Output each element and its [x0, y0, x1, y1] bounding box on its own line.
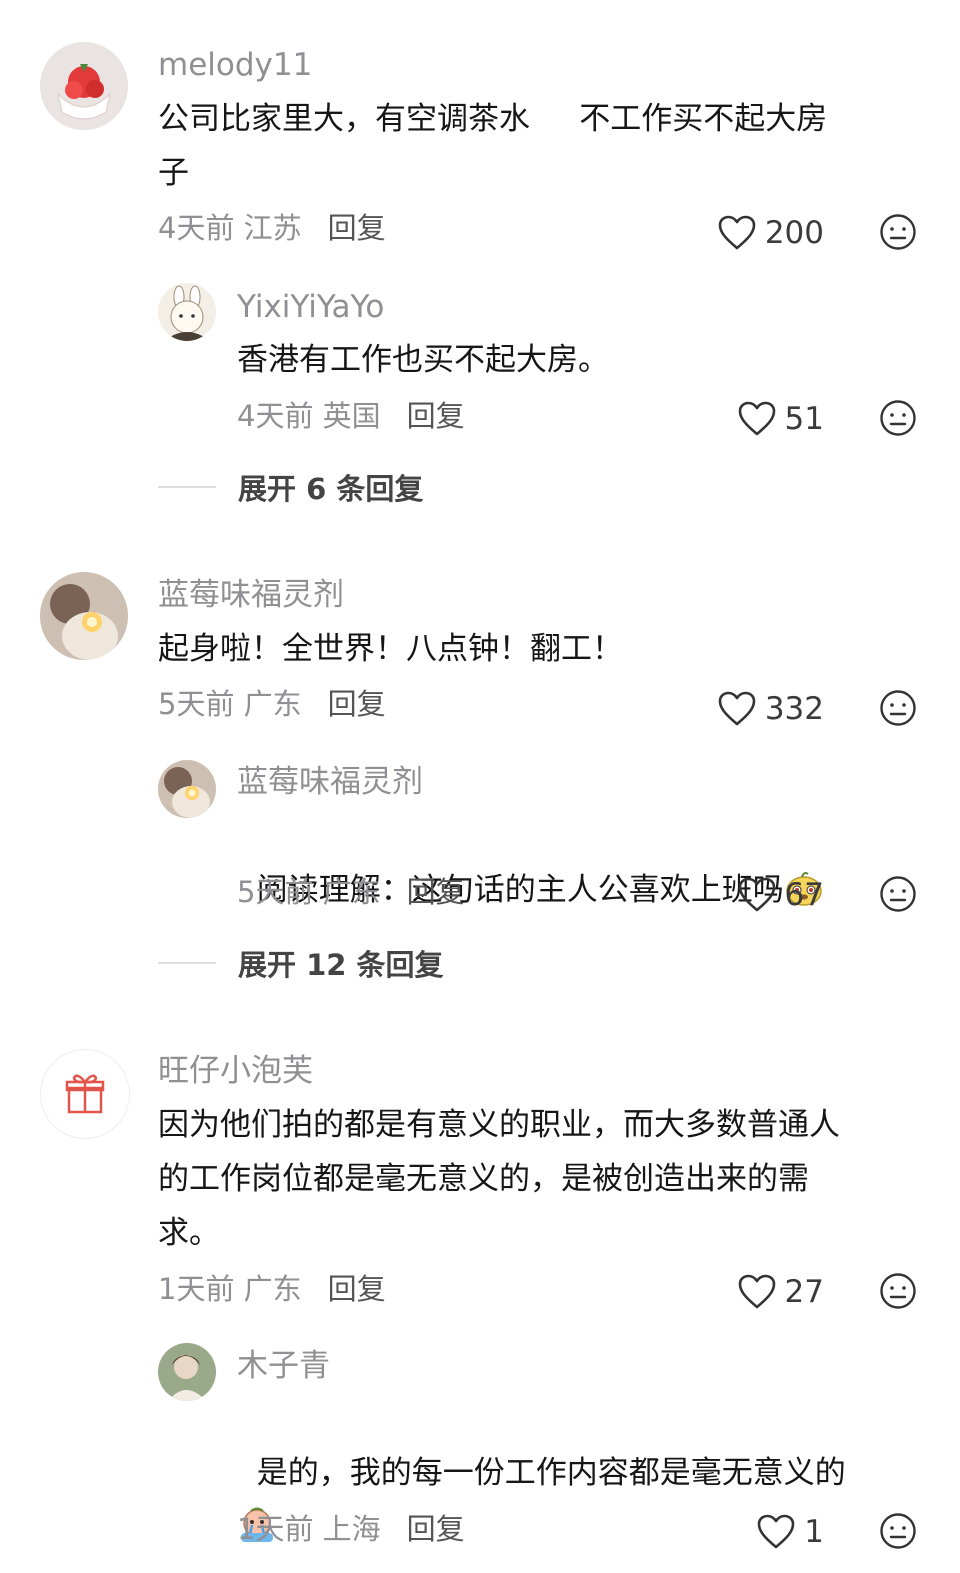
divider [158, 962, 216, 964]
heart-outline-icon [718, 691, 756, 726]
like-button[interactable]: 332 [717, 690, 824, 728]
reply-username[interactable]: 蓝莓味福灵剂 [237, 767, 423, 798]
comment-username[interactable]: melody11 [158, 50, 312, 81]
comment-username[interactable]: 蓝莓味福灵剂 [158, 580, 344, 611]
avatar[interactable] [40, 42, 128, 130]
reply-username[interactable]: 木子青 [237, 1351, 330, 1382]
comment-time-location: 1天前 广东 [158, 1272, 302, 1306]
comment-time-location: 4天前 江苏 [158, 211, 302, 245]
comment-text: 公司比家里大，有空调茶水 不工作买不起大房 子 [158, 101, 828, 191]
like-button[interactable]: 67 [737, 876, 824, 914]
comment-meta: 4天前 江苏 回复 [158, 214, 386, 243]
expand-replies-button[interactable]: 展开 12 条回复 [158, 942, 444, 984]
heart-outline-icon [738, 877, 775, 912]
reply-time-location: 1天前 上海 [237, 1512, 381, 1546]
avatar[interactable] [158, 760, 216, 818]
neutral-face-icon[interactable] [879, 875, 917, 913]
expand-replies-label: 展开 12 条回复 [238, 948, 444, 982]
comment-time-location: 5天前 广东 [158, 687, 302, 721]
comment-text: 起身啦！全世界！八点钟！翻工！ [158, 631, 623, 667]
like-button[interactable]: 51 [737, 400, 824, 438]
divider [158, 486, 216, 488]
like-button[interactable]: 1 [756, 1513, 824, 1551]
reply-button[interactable]: 回复 [407, 399, 465, 433]
like-count: 67 [784, 876, 824, 913]
neutral-face-icon[interactable] [879, 399, 917, 437]
reply-button[interactable]: 回复 [328, 1272, 386, 1306]
avatar[interactable] [40, 1049, 130, 1139]
heart-outline-icon [738, 1274, 775, 1309]
reply-meta: 1天前 上海 回复 [237, 1515, 465, 1544]
heart-outline-icon [718, 215, 756, 250]
neutral-face-icon[interactable] [879, 1512, 917, 1550]
reply-username[interactable]: YixiYiYaYo [237, 292, 384, 323]
like-count: 1 [804, 1513, 824, 1550]
reply-time-location: 4天前 英国 [237, 399, 381, 433]
reply-text-content: 是的，我的每一份工作内容都是毫无意义的 [256, 1455, 846, 1491]
heart-outline-icon [738, 401, 775, 436]
reply-text: 香港有工作也买不起大房。 [237, 342, 609, 378]
avatar[interactable] [158, 1343, 216, 1401]
reply-meta: 4天前 英国 回复 [237, 402, 465, 431]
like-count: 27 [784, 1273, 824, 1310]
comment-username[interactable]: 旺仔小泡芙 [158, 1056, 313, 1087]
neutral-face-icon[interactable] [879, 689, 917, 727]
reply-meta: 5天前 广东 回复 [237, 878, 465, 907]
like-button[interactable]: 27 [737, 1273, 824, 1311]
reply-button[interactable]: 回复 [407, 875, 465, 909]
like-count: 200 [764, 214, 824, 251]
reply-button[interactable]: 回复 [328, 211, 386, 245]
like-button[interactable]: 200 [717, 214, 824, 252]
neutral-face-icon[interactable] [879, 213, 917, 251]
comment-meta: 1天前 广东 回复 [158, 1275, 386, 1304]
like-count: 51 [784, 400, 824, 437]
expand-replies-button[interactable]: 展开 6 条回复 [158, 466, 423, 508]
avatar[interactable] [40, 572, 128, 660]
reply-button[interactable]: 回复 [328, 687, 386, 721]
reply-time-location: 5天前 广东 [237, 875, 381, 909]
comment-meta: 5天前 广东 回复 [158, 690, 386, 719]
expand-replies-label: 展开 6 条回复 [238, 472, 424, 506]
neutral-face-icon[interactable] [879, 1272, 917, 1310]
comment-text: 因为他们拍的都是有意义的职业，而大多数普通人 的工作岗位都是毫无意义的，是被创造… [158, 1107, 840, 1251]
reply-button[interactable]: 回复 [407, 1512, 465, 1546]
heart-outline-icon [757, 1514, 795, 1549]
avatar[interactable] [158, 283, 216, 341]
like-count: 332 [764, 690, 824, 727]
